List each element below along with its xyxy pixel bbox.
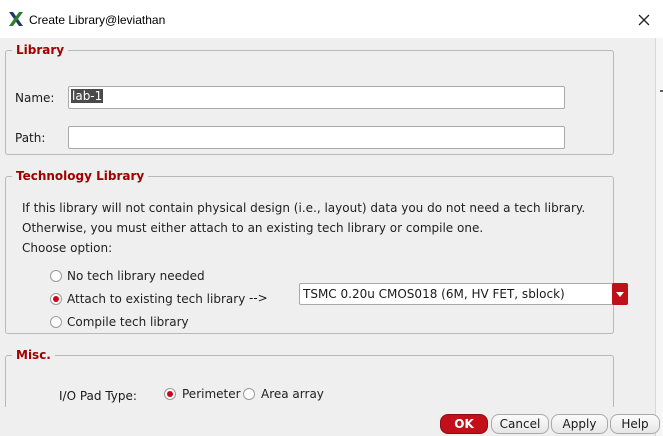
ok-button[interactable]: OK xyxy=(440,414,488,434)
name-field[interactable]: lab-1 xyxy=(68,86,565,109)
cadence-x-icon xyxy=(8,11,24,27)
arrow-indicator: --> xyxy=(249,291,268,305)
path-field[interactable] xyxy=(68,126,565,149)
radio-perimeter[interactable] xyxy=(164,388,176,400)
tech-library-selected: TSMC 0.20u CMOS018 (6M, HV FET, sblock) xyxy=(303,287,565,301)
radio-attach-tech-library[interactable] xyxy=(50,293,62,305)
title-bar: Create Library@leviathan xyxy=(0,0,663,38)
library-legend: Library xyxy=(12,43,69,57)
radio-area-array[interactable] xyxy=(243,388,255,400)
help-button[interactable]: Help xyxy=(610,414,660,434)
name-label: Name: xyxy=(15,91,55,105)
close-button[interactable] xyxy=(630,8,658,32)
background-window-edge xyxy=(655,38,663,436)
radio-no-tech-library[interactable] xyxy=(50,270,62,282)
close-icon xyxy=(638,14,650,26)
chevron-down-icon[interactable] xyxy=(612,283,628,305)
window-title: Create Library@leviathan xyxy=(29,13,166,27)
technology-library-legend: Technology Library xyxy=(12,169,149,183)
radio-label-attach-tech-library[interactable]: Attach to existing tech library xyxy=(67,292,245,306)
radio-label-area-array[interactable]: Area array xyxy=(261,387,324,401)
technology-library-group: Technology Library xyxy=(5,169,614,334)
radio-compile-tech-library[interactable] xyxy=(50,316,62,328)
tech-info-line-3: Choose option: xyxy=(22,241,113,255)
io-pad-type-label: I/O Pad Type: xyxy=(59,389,137,403)
misc-legend: Misc. xyxy=(12,348,55,362)
radio-label-perimeter[interactable]: Perimeter xyxy=(182,387,241,401)
tech-library-select[interactable]: TSMC 0.20u CMOS018 (6M, HV FET, sblock) xyxy=(299,283,628,305)
name-value: lab-1 xyxy=(71,89,104,103)
path-label: Path: xyxy=(15,131,46,145)
radio-label-no-tech-library[interactable]: No tech library needed xyxy=(67,269,205,283)
tech-info-line-2: Otherwise, you must either attach to an … xyxy=(22,221,484,235)
cancel-button[interactable]: Cancel xyxy=(491,414,549,434)
radio-label-compile-tech-library[interactable]: Compile tech library xyxy=(67,315,189,329)
apply-button[interactable]: Apply xyxy=(551,414,608,434)
tech-info-line-1: If this library will not contain physica… xyxy=(22,201,586,215)
